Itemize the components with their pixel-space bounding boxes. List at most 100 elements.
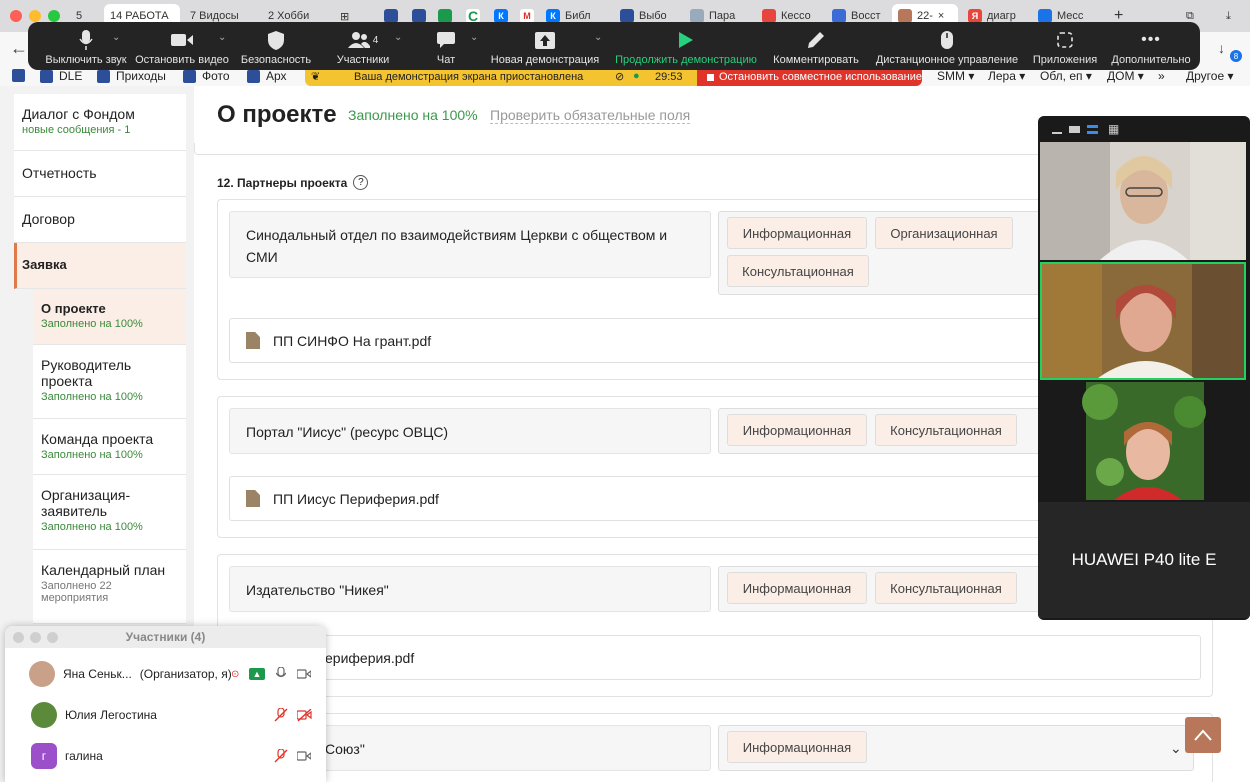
tag-informational: Информационная — [727, 572, 867, 604]
video-camera-icon[interactable] — [297, 751, 311, 761]
participant-name: галина — [65, 749, 103, 763]
remote-control-button[interactable]: Дистанционное управление — [872, 26, 1022, 66]
chat-button[interactable]: Чат — [426, 26, 466, 66]
mute-button[interactable]: Выключить звук — [36, 26, 136, 66]
sidebar-item-organization[interactable]: Организация-заявитель Заполнено на 100% — [33, 475, 186, 550]
stop-square-icon — [707, 73, 714, 81]
maximize-window-button[interactable] — [47, 632, 58, 643]
bookmark-lera[interactable]: Лера ▾ — [988, 69, 1025, 83]
video-camera-icon[interactable] — [297, 669, 311, 679]
sidebar-item-title: Заявка — [22, 257, 67, 272]
grid-view-icon[interactable]: ▦ — [1108, 122, 1119, 136]
single-view-icon[interactable] — [1069, 125, 1080, 133]
tag-consulting: Консультационная — [727, 255, 869, 287]
diamond-icon — [438, 9, 452, 23]
section-title: 12. Партнеры проекта — [217, 175, 348, 190]
bookmark-prihody[interactable]: Приходы — [97, 69, 166, 83]
audio-options-chevron-icon[interactable]: ⌄ — [112, 32, 120, 43]
participant-name: Юлия Легостина — [65, 708, 157, 722]
minimize-window-button[interactable] — [29, 10, 41, 22]
apps-button[interactable]: Приложения — [1028, 26, 1102, 66]
participant-row[interactable]: Яна Сеньк... (Организатор, я) ⊙ ▲ — [5, 654, 326, 694]
participant-row[interactable]: Юлия Легостина — [5, 695, 326, 735]
partner-name: Синодальный отдел по взаимодействиям Цер… — [229, 211, 711, 278]
sidebar-item-about-project[interactable]: О проекте Заполнено на 100% — [33, 289, 186, 345]
bookmark-foto[interactable]: Фото — [183, 69, 230, 83]
downloads-icon[interactable]: ↓ — [1218, 40, 1225, 56]
share-chevron-icon[interactable]: ⌄ — [594, 32, 602, 43]
help-question-icon[interactable]: ? — [353, 175, 369, 190]
close-window-button[interactable] — [10, 10, 22, 22]
stop-share-button[interactable]: Остановить совместное использование — [697, 68, 922, 86]
bookmark-label: Арх — [266, 69, 287, 83]
resume-share-button[interactable]: Продолжить демонстрацию — [612, 26, 760, 66]
microphone-muted-icon[interactable] — [274, 708, 288, 722]
more-label: Дополнительно — [1111, 54, 1191, 66]
sidebar-item-reports[interactable]: Отчетность — [14, 151, 186, 197]
participant-video-tile[interactable] — [1040, 382, 1246, 500]
sidebar-item-project-team[interactable]: Команда проекта Заполнено на 100% — [33, 419, 186, 475]
sidebar-item-subtitle: Заполнено 22 мероприятия — [41, 580, 112, 604]
sidebar-item-subtitle: Заполнено на 100% — [41, 318, 143, 330]
vk-icon — [97, 69, 110, 83]
participants-title: Участники (4) — [125, 630, 206, 644]
new-share-button[interactable]: Новая демонстрация — [490, 26, 600, 66]
participants-chevron-icon[interactable]: ⌄ — [394, 32, 402, 43]
sidebar-item-calendar-plan[interactable]: Календарный план Заполнено 22 мероприяти… — [33, 550, 186, 624]
minimize-icon[interactable] — [1052, 132, 1062, 134]
tab-label: 22- — [917, 10, 933, 22]
video-options-chevron-icon[interactable]: ⌄ — [218, 32, 226, 43]
gmail-icon: M — [520, 9, 534, 23]
tab-label: 2 Хобби — [268, 10, 310, 22]
attached-file[interactable]: ериферия.pdf — [229, 635, 1201, 680]
bookmark-label: Другое ▾ — [1186, 69, 1234, 83]
sidebar-item-dialog[interactable]: Диалог с Фондом новые сообщения - 1 — [14, 94, 186, 151]
bookmark-smm[interactable]: SMM ▾ — [937, 69, 974, 83]
video-off-icon[interactable] — [297, 708, 312, 722]
microphone-icon — [79, 29, 93, 51]
bookmark-icon-only[interactable] — [12, 69, 31, 82]
check-required-fields-link[interactable]: Проверить обязательные поля — [490, 107, 691, 124]
vk-icon — [412, 9, 426, 23]
bookmark-obl[interactable]: Обл, еп ▾ — [1040, 69, 1092, 83]
tab-label: 5 — [76, 10, 83, 22]
tab-label: Пара — [709, 10, 736, 22]
messenger-icon — [1038, 9, 1052, 23]
avatar: г — [31, 743, 57, 769]
participant-row[interactable]: г галина — [5, 736, 326, 776]
participant-video-tile[interactable] — [1040, 142, 1246, 260]
participants-button[interactable]: 4 Участники — [328, 26, 398, 66]
section-heading: 12. Партнеры проекта ? — [217, 175, 369, 190]
back-arrow-icon[interactable]: ← — [10, 38, 28, 59]
vk-icon — [12, 69, 25, 82]
sidebar-item-title: Диалог с Фондом — [22, 106, 135, 122]
bookmarks-overflow-button[interactable]: » — [1158, 69, 1165, 83]
sidebar-item-project-lead[interactable]: Руководитель проекта Заполнено на 100% — [33, 345, 186, 419]
maximize-window-button[interactable] — [48, 10, 60, 22]
video-camera-icon — [171, 29, 193, 51]
sidebar-item-contract[interactable]: Договор — [14, 197, 186, 243]
microphone-icon[interactable] — [276, 667, 286, 681]
participant-video-tile-active[interactable] — [1040, 262, 1246, 380]
sidebar-item-application[interactable]: Заявка — [14, 243, 186, 289]
chat-chevron-icon[interactable]: ⌄ — [470, 32, 478, 43]
security-button[interactable]: Безопасность — [234, 26, 318, 66]
more-button[interactable]: ••• Дополнительно — [1108, 26, 1194, 66]
gear-icon — [690, 9, 704, 23]
minimize-window-button[interactable] — [30, 632, 41, 643]
chevron-down-icon[interactable]: ⌄ — [1170, 740, 1182, 757]
participant-device-name: HUAWEI P40 lite E — [1038, 502, 1250, 618]
annotate-button[interactable]: Комментировать — [770, 26, 862, 66]
bookmark-dle[interactable]: DLE — [40, 69, 82, 83]
annotate-label: Комментировать — [773, 54, 859, 66]
close-window-button[interactable] — [13, 632, 24, 643]
bookmark-arh[interactable]: Арх — [247, 69, 287, 83]
bookmark-dom[interactable]: ДОМ ▾ — [1107, 69, 1144, 83]
scroll-to-top-button[interactable] — [1185, 717, 1221, 753]
strip-view-icon[interactable] — [1087, 124, 1098, 134]
vk-icon — [40, 69, 53, 83]
microphone-muted-icon[interactable] — [274, 749, 288, 763]
bookmark-other[interactable]: Другое ▾ — [1186, 69, 1233, 83]
profile-icon[interactable]: ⤓ — [1220, 4, 1242, 28]
close-tab-icon[interactable]: × — [938, 10, 944, 22]
